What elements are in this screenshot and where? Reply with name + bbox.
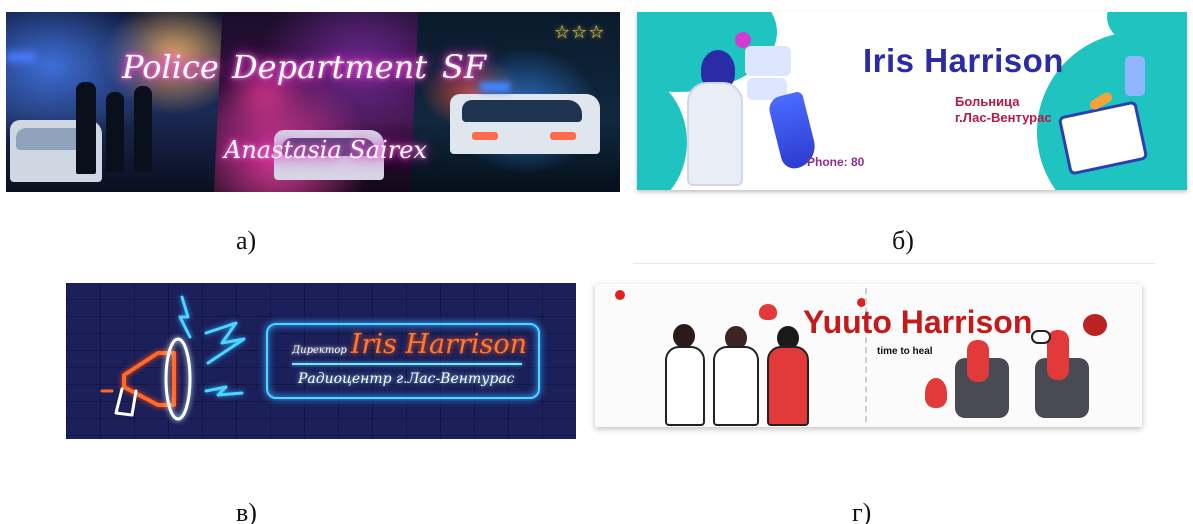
dot-icon [615,290,625,300]
caption-g: г) [852,498,872,524]
speech-bubble-icon [1031,330,1051,344]
banner-g-tagline: time to heal [877,346,933,357]
neon-street-photo [214,12,424,192]
caption-a: а) [236,226,257,255]
banner-a-name: Anastasia Sairex [224,136,427,164]
doctor-illustration [687,82,743,186]
banner-a-police-word: Police [122,48,219,86]
doctor-illustration [767,346,809,426]
hospital-line-2: г.Лас-Вентурас [955,110,1052,125]
banner-v-title: Директор Iris Harrison [292,329,527,360]
heart-icon [759,304,777,320]
plant-icon [1083,314,1107,336]
star-rating-icon: ☆☆☆ [554,22,606,43]
medicine-bottle-icon [1125,56,1145,96]
banner-g-name: Yuuto Harrison [803,304,1033,340]
banner-v-subtitle: Радиоцентр г.Лас-Вентурас [298,371,515,387]
megaphone-icon [100,295,246,421]
divider-line [633,263,1155,264]
hospital-line-1: Больница [955,94,1020,109]
banner-v-name: Iris Harrison [350,329,528,360]
doctor-illustration [665,346,705,426]
caption-v: в) [236,498,257,524]
banner-a-sf-word: SF [442,48,487,86]
banner-yuuto-harrison: Yuuto Harrison time to heal [595,284,1142,427]
banner-v-director-label: Директор [292,345,347,356]
banner-b-name: Iris Harrison [863,42,1064,79]
police-scene-photo [6,12,230,192]
doctor-head [673,324,695,348]
neon-divider [292,363,522,365]
doctor-illustration [713,346,759,426]
plus-icon [735,32,751,48]
banner-b-hospital: Больница г.Лас-Вентурас [955,94,1075,126]
medical-card-icon [745,46,791,76]
banner-radio-center: Директор Iris Harrison Радиоцентр г.Лас-В… [66,283,576,439]
banner-hospital-iris: Iris Harrison Больница г.Лас-Вентурас Ph… [637,12,1187,190]
caption-b: б) [892,226,914,255]
plant-icon [925,378,947,408]
banner-b-phone: Phone: 80 [807,155,865,169]
banner-a-department-word: Department [232,48,428,86]
patient-illustration [967,340,989,382]
banner-police-department: Police Department SF Anastasia Sairex ☆☆… [6,12,620,192]
